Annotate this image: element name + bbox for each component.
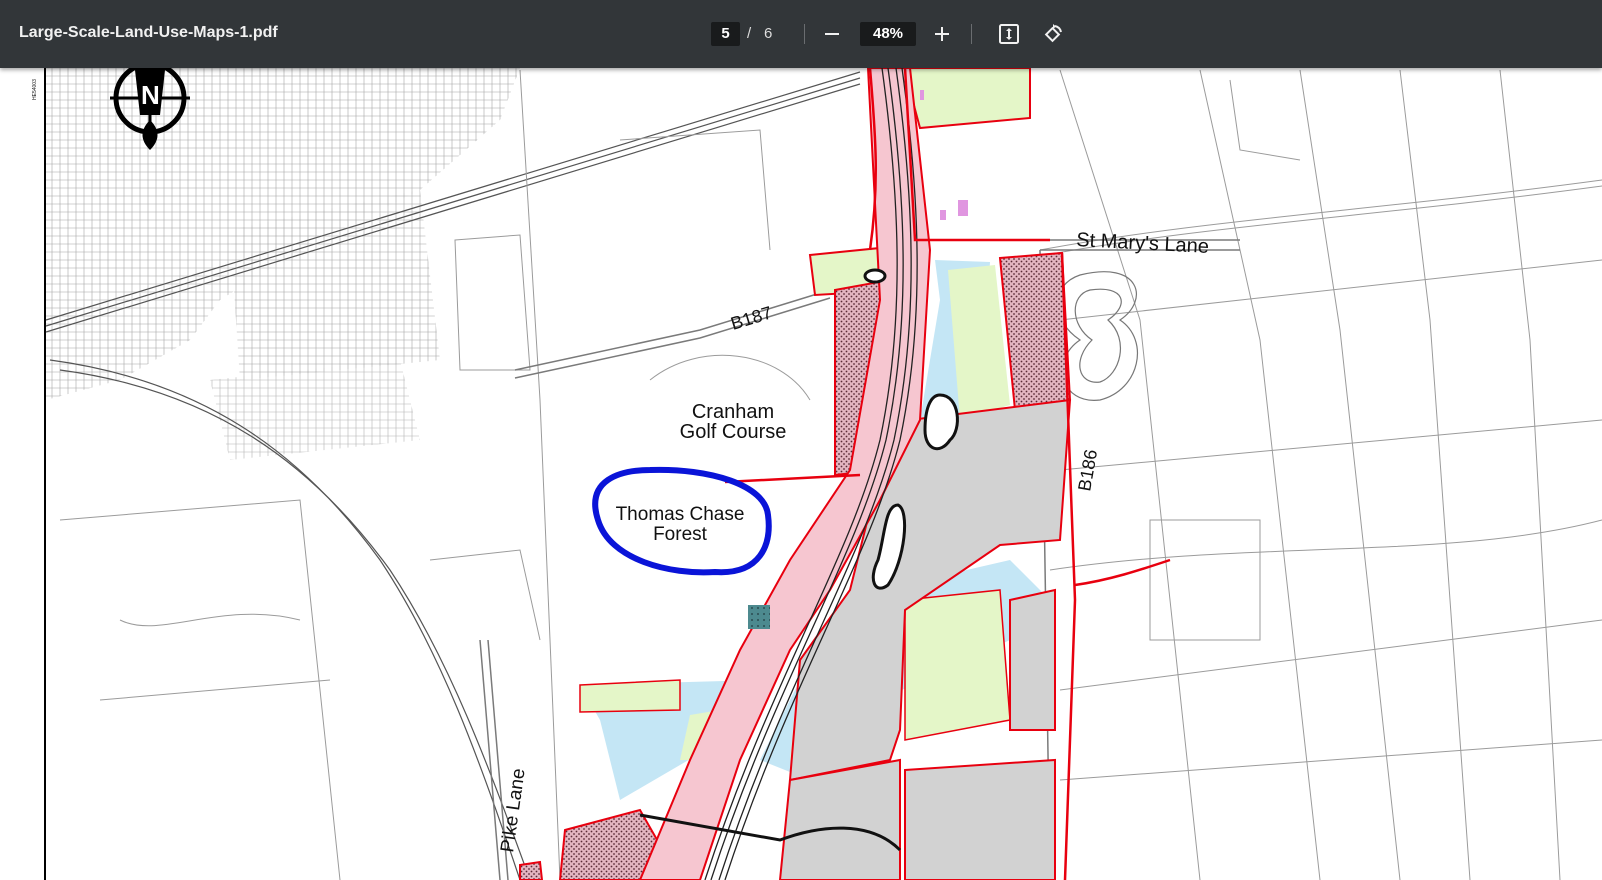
zoom-out-button[interactable]	[816, 18, 848, 50]
svg-text:N: N	[141, 80, 160, 110]
pdf-toolbar: Large-Scale-Land-Use-Maps-1.pdf 5 / 6 48…	[0, 0, 1602, 68]
zoom-in-button[interactable]	[926, 18, 958, 50]
thomas-chase-label-line2: Forest	[653, 524, 708, 545]
page-separator: /	[747, 25, 752, 42]
rotate-button[interactable]	[1037, 18, 1069, 50]
pdf-page-viewport[interactable]: HE54003 N St Mary's Lane B187 B186 Cranh…	[0, 68, 1602, 880]
plus-icon	[935, 27, 949, 41]
fit-to-page-icon	[999, 24, 1019, 44]
document-title: Large-Scale-Land-Use-Maps-1.pdf	[19, 24, 278, 41]
toolbar-divider	[804, 24, 805, 44]
cranham-label-line1: Cranham	[692, 401, 774, 423]
total-pages: 6	[764, 25, 773, 42]
land-use-map: HE54003 N St Mary's Lane B187 B186 Cranh…	[0, 68, 1602, 880]
zoom-level-input[interactable]: 48%	[860, 22, 916, 46]
page-number-input[interactable]: 5	[711, 22, 740, 46]
rotate-icon	[1044, 24, 1062, 43]
toolbar-divider	[971, 24, 972, 44]
cranham-label-line2: Golf Course	[680, 421, 787, 443]
svg-text:HE54003: HE54003	[32, 79, 38, 100]
fit-to-page-button[interactable]	[993, 18, 1025, 50]
thomas-chase-label-line1: Thomas Chase	[616, 504, 745, 525]
minus-icon	[825, 33, 839, 35]
